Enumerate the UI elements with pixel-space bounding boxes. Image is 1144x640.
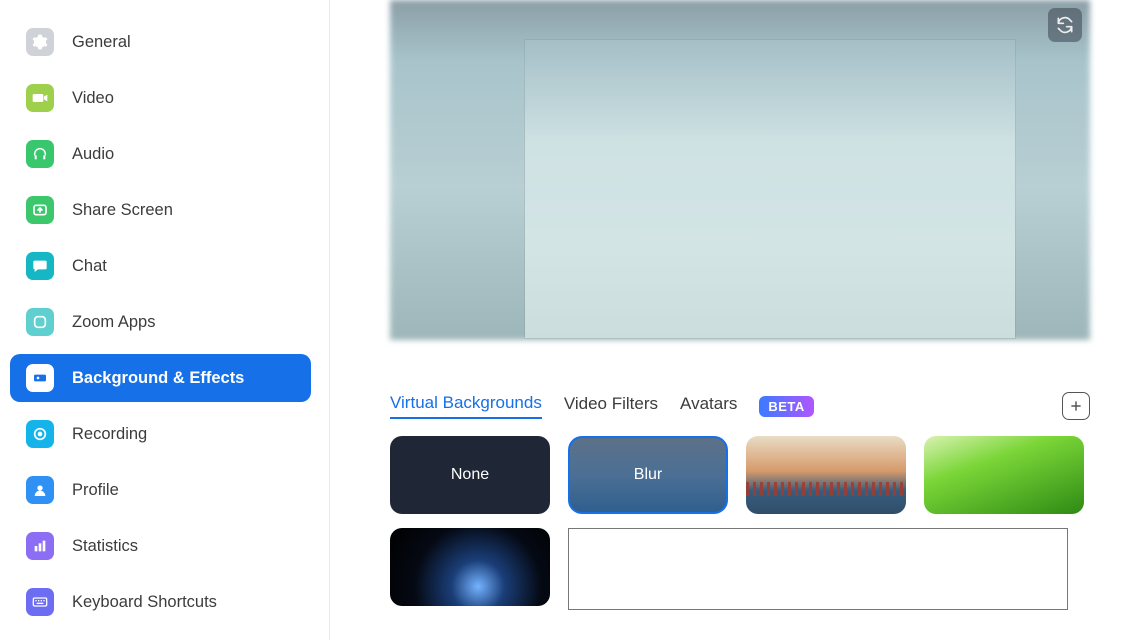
background-option-blur[interactable]: Blur [568, 436, 728, 514]
sidebar-item-label: Recording [72, 425, 147, 444]
sidebar-item-recording[interactable]: Recording [10, 410, 311, 458]
tab-virtual-backgrounds[interactable]: Virtual Backgrounds [390, 393, 542, 419]
chat-icon [26, 252, 54, 280]
sidebar-item-accessibility[interactable]: Accessibility [10, 634, 311, 640]
keyboard-icon [26, 588, 54, 616]
beta-badge: BETA [759, 396, 813, 417]
thumb-label: Blur [634, 466, 662, 484]
gear-icon [26, 28, 54, 56]
sidebar-item-label: Chat [72, 257, 107, 276]
background-option-grass[interactable] [924, 436, 1084, 514]
video-icon [26, 84, 54, 112]
preview-foreground [525, 40, 1015, 338]
sidebar-item-label: Background & Effects [72, 369, 244, 388]
headphones-icon [26, 140, 54, 168]
recording-icon [26, 420, 54, 448]
rotate-camera-button[interactable] [1048, 8, 1082, 42]
tab-avatars[interactable]: Avatars [680, 394, 737, 418]
profile-icon [26, 476, 54, 504]
thumb-label: None [451, 466, 489, 484]
sidebar-item-label: Audio [72, 145, 114, 164]
sidebar-item-share-screen[interactable]: Share Screen [10, 186, 311, 234]
effects-tabs: Virtual Backgrounds Video Filters Avatar… [390, 392, 1090, 420]
sidebar-item-label: Keyboard Shortcuts [72, 593, 217, 612]
sidebar-item-label: Zoom Apps [72, 313, 155, 332]
sidebar-item-label: Profile [72, 481, 119, 500]
sidebar-item-label: Share Screen [72, 201, 173, 220]
statistics-icon [26, 532, 54, 560]
sidebar-item-statistics[interactable]: Statistics [10, 522, 311, 570]
sidebar-item-general[interactable]: General [10, 18, 311, 66]
background-option-blank[interactable] [568, 528, 1068, 610]
sidebar-item-label: General [72, 33, 131, 52]
settings-sidebar: General Video Audio Share Screen Chat [0, 0, 330, 640]
sidebar-item-label: Statistics [72, 537, 138, 556]
background-option-earth[interactable] [390, 528, 550, 606]
sidebar-item-keyboard-shortcuts[interactable]: Keyboard Shortcuts [10, 578, 311, 626]
background-option-bridge[interactable] [746, 436, 906, 514]
apps-icon [26, 308, 54, 336]
sidebar-item-profile[interactable]: Profile [10, 466, 311, 514]
sidebar-item-video[interactable]: Video [10, 74, 311, 122]
add-background-button[interactable] [1062, 392, 1090, 420]
sidebar-item-chat[interactable]: Chat [10, 242, 311, 290]
sidebar-item-zoom-apps[interactable]: Zoom Apps [10, 298, 311, 346]
background-thumbnails: None Blur [390, 436, 1090, 514]
background-option-none[interactable]: None [390, 436, 550, 514]
share-screen-icon [26, 196, 54, 224]
sidebar-item-label: Video [72, 89, 114, 108]
sidebar-item-background-effects[interactable]: Background & Effects [10, 354, 311, 402]
main-panel: Virtual Backgrounds Video Filters Avatar… [330, 0, 1144, 640]
tab-video-filters[interactable]: Video Filters [564, 394, 658, 418]
video-preview [390, 0, 1090, 340]
background-thumbnails-row-2 [390, 528, 1110, 610]
sidebar-item-audio[interactable]: Audio [10, 130, 311, 178]
background-icon [26, 364, 54, 392]
